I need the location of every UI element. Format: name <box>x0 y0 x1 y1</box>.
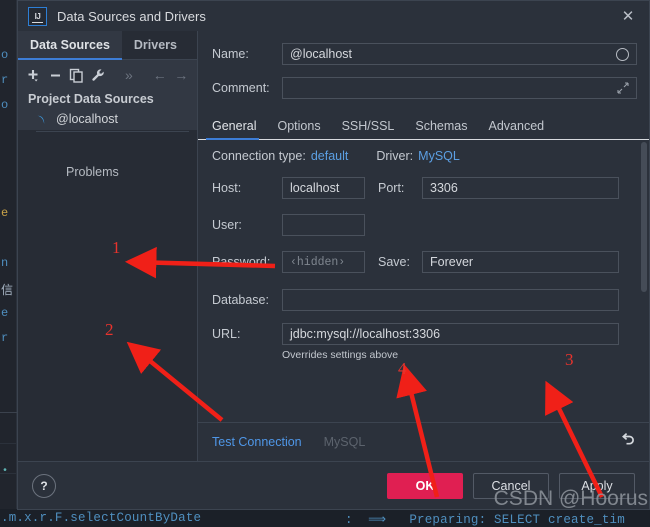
bg-code-fragment: e <box>1 306 9 320</box>
intellij-logo-icon: IJ <box>28 6 47 26</box>
left-toolbar: » ← → <box>18 60 197 90</box>
tab-drivers[interactable]: Drivers <box>122 31 189 59</box>
user-label: User: <box>212 218 242 232</box>
comment-label: Comment: <box>212 81 270 95</box>
undo-icon[interactable] <box>620 431 637 453</box>
url-input[interactable]: jdbc:mysql://localhost:3306 <box>282 323 619 345</box>
host-input[interactable]: localhost <box>282 177 365 199</box>
bg-code-fragment: e <box>1 206 9 220</box>
port-input[interactable]: 3306 <box>422 177 619 199</box>
url-input-value: jdbc:mysql://localhost:3306 <box>290 327 441 341</box>
user-input[interactable] <box>282 214 365 236</box>
save-select-value: Forever <box>430 255 474 269</box>
user-row: User: <box>198 205 649 245</box>
subtab-advanced[interactable]: Advanced <box>489 119 554 139</box>
mysql-dolphin-icon <box>36 113 48 125</box>
bg-code-fragment: o <box>1 48 9 62</box>
password-input[interactable]: ‹hidden› <box>282 251 365 273</box>
subtab-ssh-ssl[interactable]: SSH/SSL <box>342 119 404 139</box>
right-panel: Name: @localhost Comment: General Option… <box>198 31 649 461</box>
host-label: Host: <box>212 181 242 195</box>
copy-icon[interactable] <box>67 65 86 86</box>
console-left-text: .m.x.r.F.selectCountByDate <box>1 511 202 525</box>
settings-subtabs: General Options SSH/SSL Schemas Advanced <box>198 111 649 140</box>
host-port-row: Host: localhost Port: 3306 <box>198 171 649 205</box>
dialog-titlebar: IJ Data Sources and Drivers ✕ <box>18 1 649 31</box>
forward-arrow-icon[interactable]: → <box>172 65 191 86</box>
problems-label: Problems <box>66 165 119 179</box>
bg-code-fragment: 信 <box>1 284 14 298</box>
left-panel: Data Sources Drivers » ← → Project Data … <box>18 31 198 461</box>
remove-icon[interactable] <box>45 65 64 86</box>
wrench-icon[interactable] <box>88 65 107 86</box>
name-label: Name: <box>212 47 249 61</box>
tree-item-label: @localhost <box>56 112 119 126</box>
test-connection-link[interactable]: Test Connection <box>212 435 302 449</box>
help-button[interactable]: ? <box>32 473 56 498</box>
editor-console-line: .m.x.r.F.selectCountByDate : ⟹ Preparing… <box>0 509 650 527</box>
bg-code-fragment: n <box>1 256 9 270</box>
connection-type-value[interactable]: default <box>311 149 349 163</box>
more-icon[interactable]: » <box>119 65 138 86</box>
database-input[interactable] <box>282 289 619 311</box>
dialog-title: Data Sources and Drivers <box>57 8 206 24</box>
url-hint: Overrides settings above <box>282 349 399 361</box>
port-input-value: 3306 <box>430 181 458 195</box>
port-label: Port: <box>378 181 405 195</box>
connection-type-label: Connection type: <box>212 149 306 163</box>
bg-code-fragment: o <box>1 98 9 112</box>
subtab-schemas[interactable]: Schemas <box>415 119 476 139</box>
connection-type-row: Connection type: default Driver: MySQL <box>198 140 649 171</box>
comment-input[interactable] <box>282 77 637 99</box>
password-save-row: Password: ‹hidden› Save: Forever <box>198 245 649 279</box>
url-label: URL: <box>212 327 241 341</box>
tree-group-project-data-sources: Project Data Sources <box>18 90 197 108</box>
add-icon[interactable] <box>24 65 43 86</box>
name-input-value: @localhost <box>290 47 353 61</box>
console-right-text: : ⟹ Preparing: SELECT create_tim <box>345 513 625 527</box>
annotation-number-4: 4 <box>398 359 407 378</box>
general-form: Connection type: default Driver: MySQL H… <box>198 140 649 422</box>
host-input-value: localhost <box>290 181 340 195</box>
driver-status-label: MySQL <box>323 435 366 449</box>
driver-label: Driver: <box>376 149 414 163</box>
watermark: CSDN @Hoorus <box>493 487 648 510</box>
bg-code-fragment: r <box>1 73 9 87</box>
url-row: URL: jdbc:mysql://localhost:3306 <box>198 321 649 347</box>
annotation-number-2: 2 <box>105 320 114 339</box>
name-row: Name: @localhost <box>198 39 649 69</box>
problems-area: Problems <box>18 130 197 461</box>
subtab-general[interactable]: General <box>205 119 265 140</box>
left-tab-bar: Data Sources Drivers <box>18 31 197 60</box>
bg-code-dot: • <box>2 466 9 477</box>
annotation-number-1: 1 <box>112 238 121 257</box>
close-icon[interactable]: ✕ <box>615 5 641 27</box>
divider <box>36 131 189 132</box>
tree-item-localhost[interactable]: @localhost <box>18 108 197 130</box>
save-select[interactable]: Forever <box>422 251 619 273</box>
password-placeholder: ‹hidden› <box>290 255 346 269</box>
password-label: Password: <box>212 255 271 269</box>
bg-code-fragment: r <box>1 331 9 345</box>
back-arrow-icon[interactable]: ← <box>150 65 169 86</box>
circle-icon[interactable] <box>616 47 629 61</box>
subtab-options[interactable]: Options <box>277 119 329 139</box>
name-input[interactable]: @localhost <box>282 43 637 65</box>
comment-row: Comment: <box>198 73 649 103</box>
database-label: Database: <box>212 293 269 307</box>
annotation-number-3: 3 <box>565 350 574 369</box>
ok-button[interactable]: OK <box>387 472 463 499</box>
save-label: Save: <box>378 255 410 269</box>
expand-icon[interactable] <box>617 82 629 94</box>
screenshot-root: o r o e n 信 e r • .m.x.r.F.selectCountBy… <box>0 0 650 527</box>
tab-data-sources[interactable]: Data Sources <box>18 31 122 60</box>
driver-value[interactable]: MySQL <box>418 149 460 163</box>
database-row: Database: <box>198 279 649 321</box>
connection-actions-bar: Test Connection MySQL <box>198 422 649 461</box>
form-scrollbar[interactable] <box>641 142 647 292</box>
